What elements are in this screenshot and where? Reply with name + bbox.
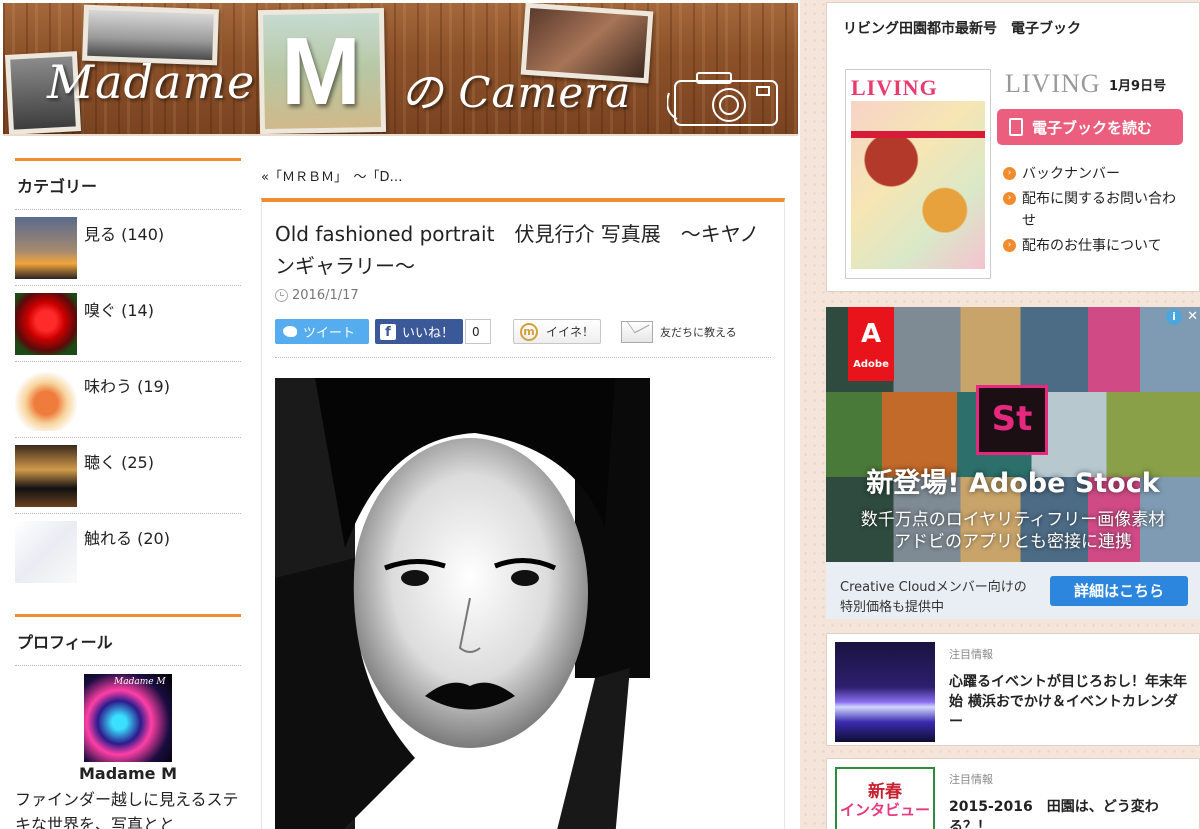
mixi-check-button[interactable]: m イイネ！ bbox=[513, 319, 601, 344]
ad-choices-icon[interactable]: i bbox=[1166, 309, 1182, 325]
ebook-title: リビング田園都市最新号 電子ブック bbox=[843, 21, 1081, 37]
tweet-label: ツイート bbox=[303, 326, 356, 341]
news-item[interactable]: 新春 インタビュー 注目情報 2015-2016 田園は、どう変わる？！ bbox=[826, 758, 1200, 829]
close-icon[interactable]: ✕ bbox=[1187, 309, 1198, 325]
category-item-hear[interactable]: 聴く (25) bbox=[15, 438, 241, 514]
ad-footer: Creative Cloudメンバー向けの 特別価格も提供中 詳細はこちら bbox=[826, 562, 1200, 619]
article: Old fashioned portrait 伏見行介 写真展 ～キヤノンギャラ… bbox=[261, 198, 785, 829]
profile-description: ファインダー越しに見えるステキな世界を、写真とと bbox=[15, 790, 239, 829]
link-back-number[interactable]: › バックナンバー bbox=[1003, 163, 1183, 185]
category-item-see[interactable]: 見る (140) bbox=[15, 210, 241, 286]
profile-title: プロフィール bbox=[15, 614, 241, 666]
read-ebook-button[interactable]: 電子ブックを読む bbox=[997, 109, 1183, 145]
adobe-logo[interactable]: Adobe bbox=[848, 307, 894, 381]
ad-subtext: アドビのアプリとも密接に連携 bbox=[894, 532, 1132, 552]
site-logo-m[interactable]: M bbox=[281, 17, 361, 127]
news-item[interactable]: 注目情報 心躍るイベントが目じろおし！年末年始 横浜おでかけ＆イベントカレンダー bbox=[826, 633, 1200, 746]
news-headline[interactable]: 心躍るイベントが目じろおし！年末年始 横浜おでかけ＆イベントカレンダー bbox=[949, 672, 1189, 732]
article-area: «「ＭＲＢＭ」 ～「D… Old fashioned portrait 伏見行介… bbox=[261, 158, 785, 829]
prev-post-link[interactable]: «「ＭＲＢＭ」 ～「D… bbox=[261, 158, 785, 198]
read-ebook-label: 電子ブックを読む bbox=[1032, 118, 1153, 137]
post-title: Old fashioned portrait 伏見行介 写真展 ～キヤノンギャラ… bbox=[275, 222, 760, 278]
arrow-right-icon: › bbox=[1003, 239, 1016, 252]
ad-details-button[interactable]: 詳細はこちら bbox=[1050, 576, 1188, 606]
news-headline[interactable]: 2015-2016 田園は、どう変わる？！ bbox=[949, 797, 1189, 829]
left-sidebar: カテゴリー 見る (140) 嗅ぐ (14) 味わう (19) 聴く (25) … bbox=[15, 158, 241, 829]
issue-date: 1月9日号 bbox=[1109, 79, 1167, 94]
mail-share-button[interactable]: 友だちに教える bbox=[621, 319, 737, 344]
prev-post-label[interactable]: «「ＭＲＢＭ」 ～「D… bbox=[261, 170, 402, 185]
twitter-bird-icon bbox=[283, 326, 297, 337]
news-tag: 注目情報 bbox=[949, 773, 993, 786]
tweet-button[interactable]: ツイート bbox=[275, 319, 369, 344]
category-item-taste[interactable]: 味わう (19) bbox=[15, 362, 241, 438]
category-label[interactable]: 見る (140) bbox=[84, 221, 164, 245]
profile-name[interactable]: Madame M bbox=[15, 764, 241, 783]
stock-app-icon: St bbox=[976, 385, 1048, 455]
like-label: いいね！ bbox=[402, 326, 455, 341]
news-thumbnail[interactable] bbox=[835, 642, 935, 742]
link-distribution-inquiry[interactable]: › 配布に関するお問い合わせ bbox=[1003, 188, 1183, 232]
category-thumbnail[interactable] bbox=[15, 293, 77, 355]
cover-image bbox=[851, 101, 985, 269]
main-column: Madame M の Camera カテゴリー 見る (140) 嗅ぐ (14) bbox=[0, 0, 800, 829]
site-logo-text[interactable]: Madame bbox=[47, 55, 255, 109]
portrait-image bbox=[275, 378, 650, 829]
arrow-right-icon: › bbox=[1003, 167, 1016, 180]
profile-box: プロフィール Madame M Madame M ファインダー越しに見えるステキ… bbox=[15, 614, 241, 829]
share-bar: ツイート f いいね！ 0 m イイネ！ 友だちに教える bbox=[275, 319, 771, 358]
clock-icon bbox=[275, 289, 288, 302]
envelope-icon bbox=[621, 320, 653, 343]
arrow-right-icon: › bbox=[1003, 192, 1016, 205]
category-item-smell[interactable]: 嗅ぐ (14) bbox=[15, 286, 241, 362]
thumb-text: インタビュー bbox=[839, 801, 930, 819]
mixi-icon: m bbox=[520, 322, 538, 341]
ebook-cover[interactable]: LIVING bbox=[845, 69, 991, 279]
category-label[interactable]: 聴く (25) bbox=[84, 449, 154, 473]
avatar-caption: Madame M bbox=[114, 677, 166, 687]
post-date-text: 2016/1/17 bbox=[292, 288, 359, 303]
category-thumbnail[interactable] bbox=[15, 445, 77, 507]
camera-icon bbox=[667, 72, 778, 126]
category-thumbnail[interactable] bbox=[15, 521, 77, 583]
categories-title: カテゴリー bbox=[15, 158, 241, 210]
ebook-box: リビング田園都市最新号 電子ブック LIVING LIVING 1月9日号 電子… bbox=[826, 2, 1200, 292]
category-thumbnail[interactable] bbox=[15, 369, 77, 431]
ad-footnote: 特別価格も提供中 bbox=[840, 600, 945, 615]
link-distribution-job[interactable]: › 配布のお仕事について bbox=[1003, 235, 1183, 257]
category-label[interactable]: 触れる (20) bbox=[84, 525, 170, 549]
site-header[interactable]: Madame M の Camera bbox=[3, 3, 798, 136]
site-logo-camera[interactable]: の Camera bbox=[401, 59, 631, 120]
avatar[interactable]: Madame M bbox=[84, 674, 172, 762]
cover-masthead: LIVING bbox=[851, 75, 938, 100]
news-thumbnail[interactable]: 新春 インタビュー bbox=[835, 767, 935, 829]
portrait-photo[interactable] bbox=[275, 378, 650, 829]
link-label[interactable]: バックナンバー bbox=[1022, 163, 1120, 185]
ebook-links: › バックナンバー › 配布に関するお問い合わせ › 配布のお仕事について bbox=[1003, 163, 1183, 260]
link-label[interactable]: 配布のお仕事について bbox=[1022, 235, 1162, 257]
category-label[interactable]: 味わう (19) bbox=[84, 373, 170, 397]
news-tag: 注目情報 bbox=[949, 648, 993, 661]
link-label[interactable]: 配布に関するお問い合わせ bbox=[1022, 188, 1183, 232]
post-date: 2016/1/17 bbox=[275, 288, 771, 303]
ad-headline[interactable]: 新登場! Adobe Stock bbox=[826, 461, 1200, 500]
category-label[interactable]: 嗅ぐ (14) bbox=[84, 297, 154, 321]
like-count: 0 bbox=[465, 319, 491, 344]
category-item-touch[interactable]: 触れる (20) bbox=[15, 514, 241, 590]
category-thumbnail[interactable] bbox=[15, 217, 77, 279]
facebook-icon: f bbox=[380, 323, 396, 340]
living-logo: LIVING bbox=[1005, 69, 1101, 98]
document-icon bbox=[1009, 118, 1023, 136]
mixi-label: イイネ！ bbox=[546, 325, 595, 339]
advertisement[interactable]: Adobe i ✕ St 新登場! Adobe Stock 数千万点のロイヤリテ… bbox=[826, 307, 1200, 619]
facebook-like-button[interactable]: f いいね！ bbox=[375, 319, 463, 344]
mail-label: 友だちに教える bbox=[660, 325, 737, 339]
ad-footnote: Creative Cloudメンバー向けの bbox=[840, 580, 1027, 595]
